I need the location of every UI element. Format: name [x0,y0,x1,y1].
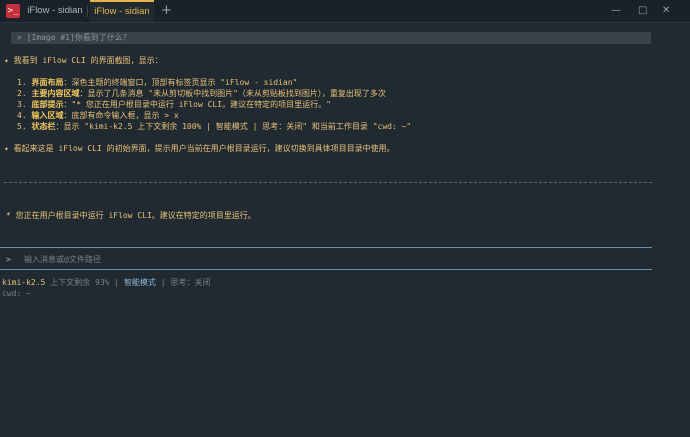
input-border-bottom [0,269,652,270]
list-item: 4. 输入区域：底部有命令输入框，显示 > x [17,111,179,120]
new-tab-button[interactable]: + [161,0,172,22]
tab-divider [87,5,88,17]
tab-label: iFlow - sidian [27,5,83,16]
tab-iflow-2-active[interactable]: iFlow - sidian [90,0,154,22]
tab-label: iFlow - sidian [94,6,150,17]
list-item: 5. 状态栏：显示 "kimi-k2.5 上下文剩余 100% | 智能模式 |… [17,122,412,131]
input-border-top [0,247,652,248]
tab-iflow-1[interactable]: iFlow - sidian [24,0,86,22]
list-item: 3. 底部提示："* 您正在用户根目录中运行 iFlow CLI。建议在特定的项… [17,100,331,109]
response-conclusion: ✦ 看起来这是 iFlow CLI 的初始界面，提示用户当前在用户根目录运行，建… [4,144,395,153]
mode-indicator: 智能模式 [123,278,156,287]
close-button[interactable]: ✕ [662,0,670,22]
title-bar: >_ iFlow - sidian iFlow - sidian + — □ ✕ [0,0,690,23]
message-input[interactable]: 输入消息或@文件路径 [24,255,101,265]
maximize-button[interactable]: □ [638,0,647,22]
bullet-icon: ✦ [4,144,9,153]
status-bar: kimi-k2.5 上下文剩余 93% | 智能模式 | 思考：关闭 [2,278,211,287]
terminal-area[interactable]: > [Image #1]你看到了什么？ ✦ 我看到 iFlow CLI 的界面截… [0,22,690,437]
prompt-symbol: > [6,255,11,264]
list-item: 2. 主要内容区域：显示了几条消息 "未从剪切板中找到图片"（未从剪贴板找到图片… [17,89,386,98]
bullet-icon: ✦ [4,56,9,65]
list-item: 1. 界面布局：深色主题的终端窗口，顶部有标签页显示 "iFlow - sidi… [17,78,298,87]
root-directory-warning: * 您正在用户根目录中运行 iFlow CLI。建议在特定的项目里运行。 [6,211,256,220]
terminal-app-icon[interactable]: >_ [6,4,20,18]
minimize-button[interactable]: — [611,0,621,22]
response-intro: ✦ 我看到 iFlow CLI 的界面截图，显示： [4,56,163,65]
working-directory: cwd: ~ [2,289,31,298]
model-name: kimi-k2.5 [2,278,46,287]
divider [4,182,652,183]
thinking-status: 思考：关闭 [170,278,211,287]
user-query: > [Image #1]你看到了什么？ [17,33,131,42]
context-remaining: 上下文剩余 93% [50,278,110,287]
